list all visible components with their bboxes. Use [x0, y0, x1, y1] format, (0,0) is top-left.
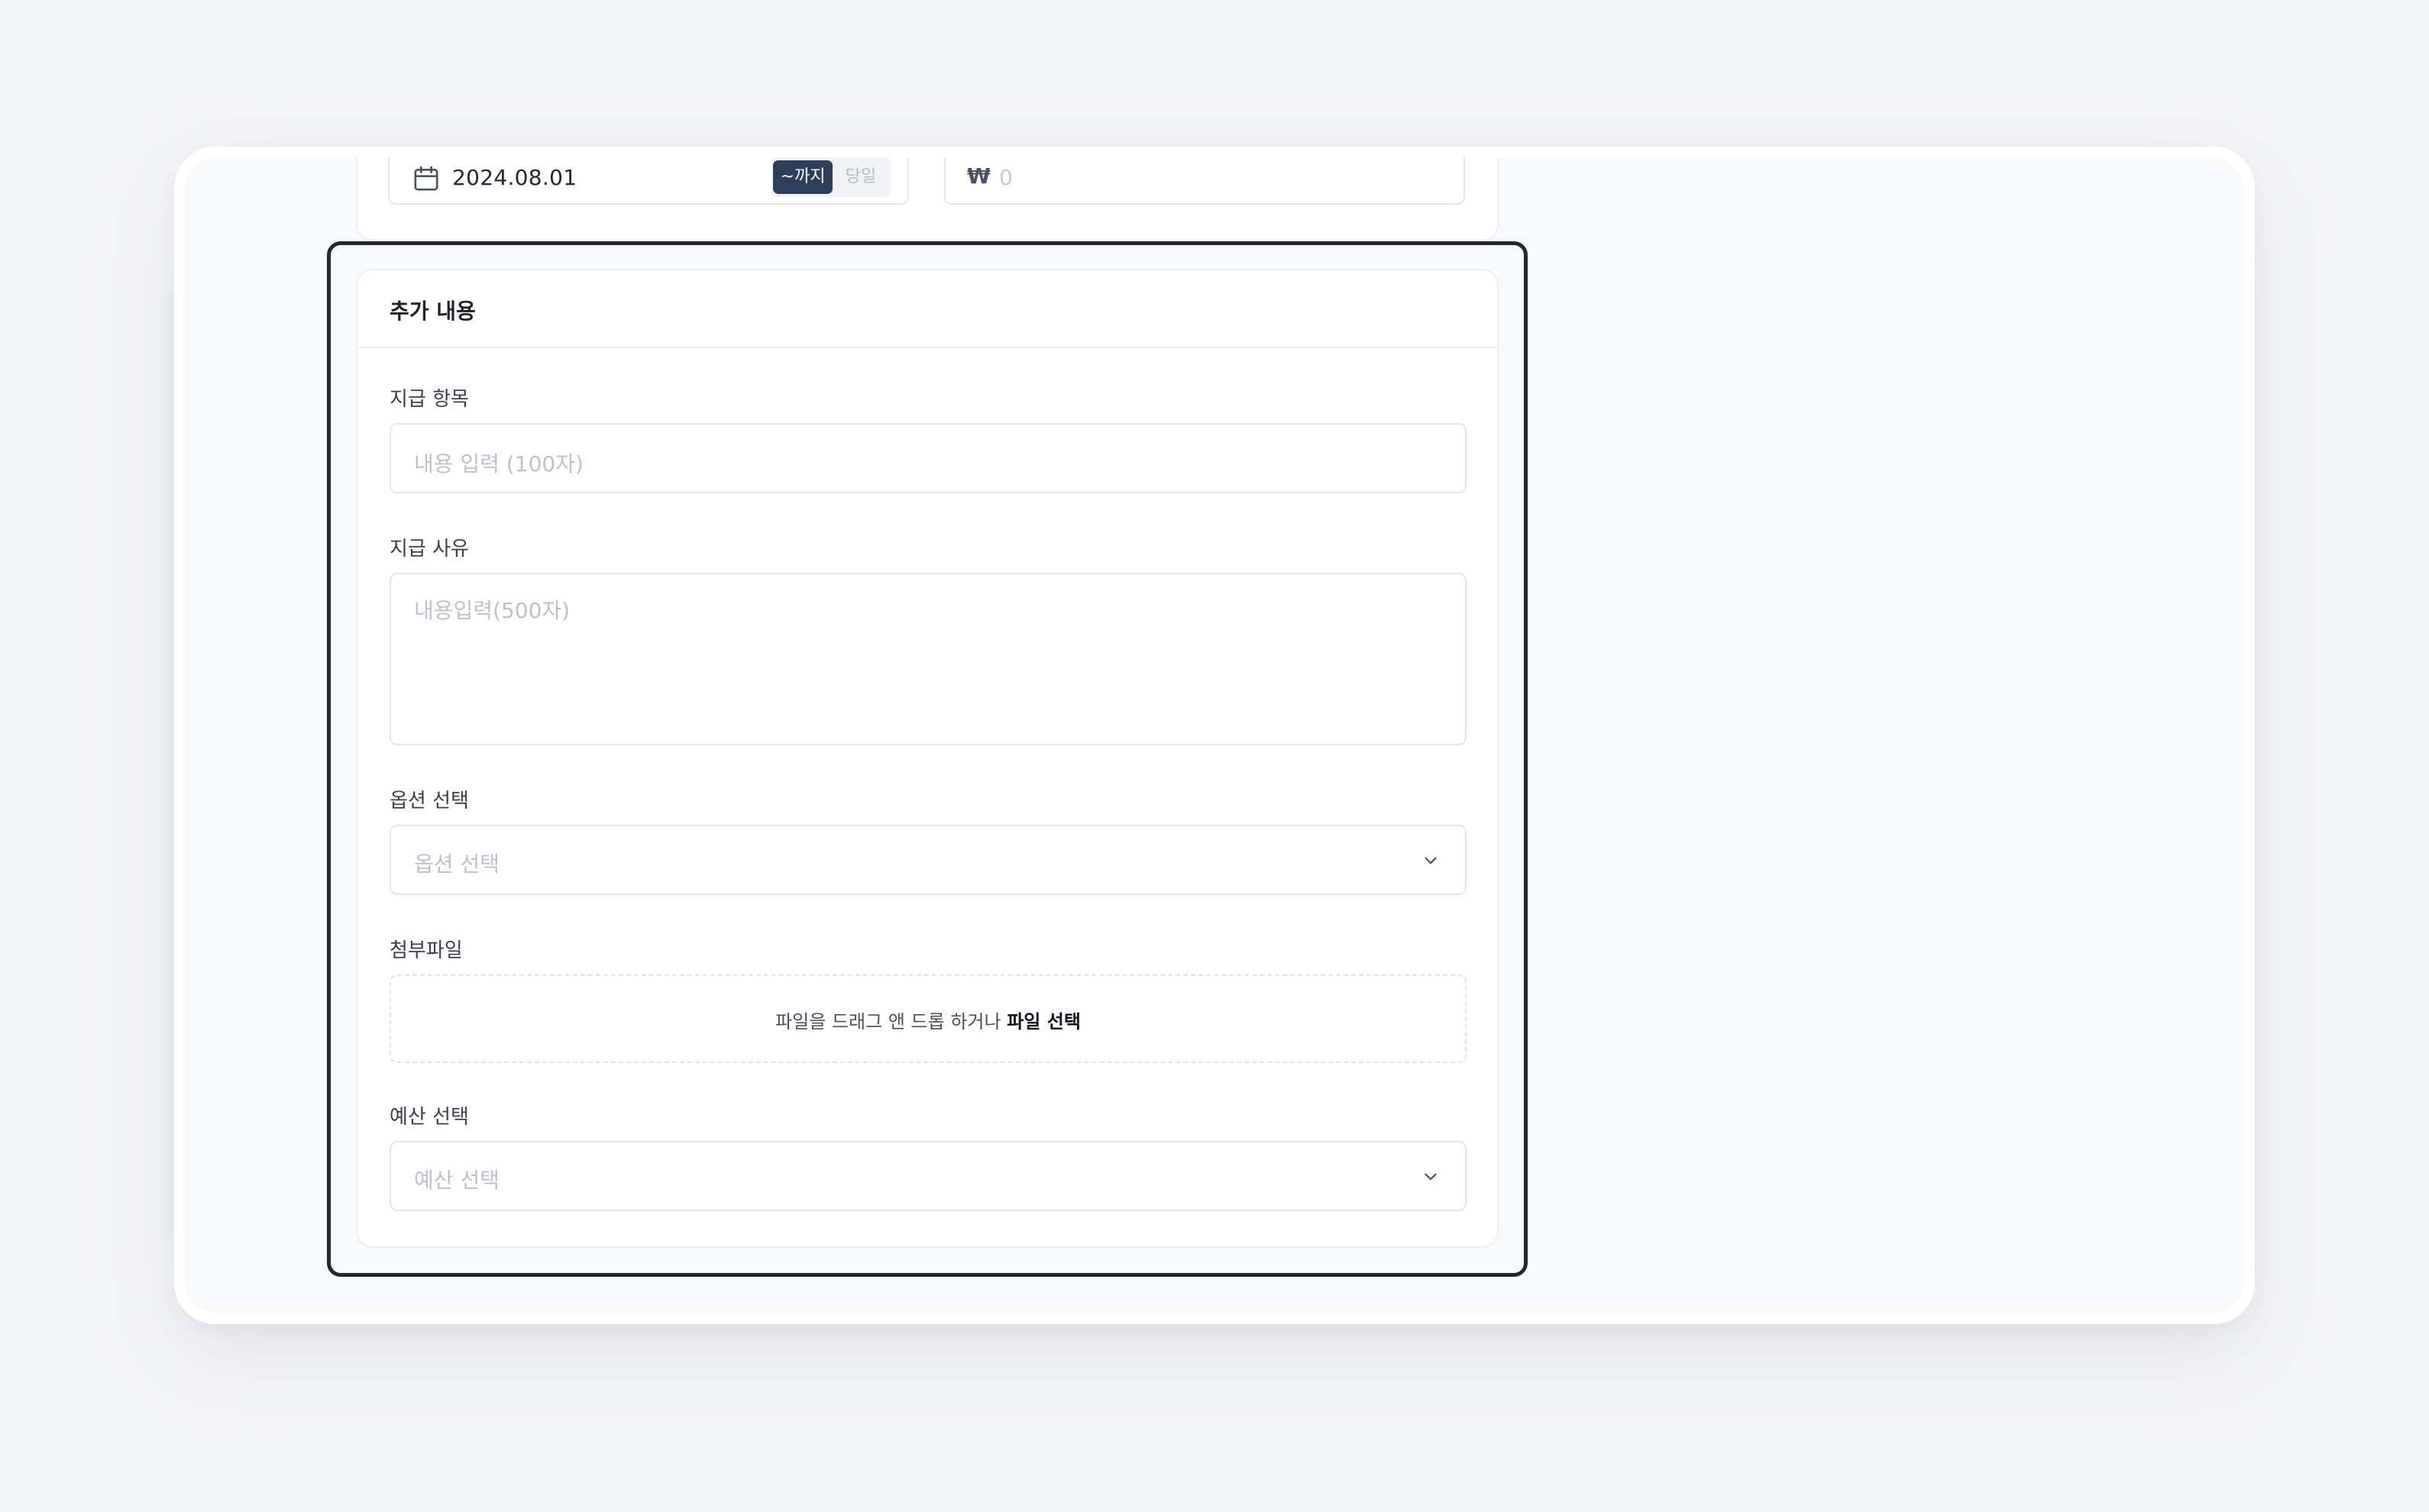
app-frame: 2024.08.01 ~까지 당일 ₩ 0 추가 내용 지급 항목 내용 입력 … [174, 147, 2255, 1324]
date-value: 2024.08.01 [452, 165, 577, 190]
date-range-toggle: ~까지 당일 [771, 157, 891, 197]
toggle-same-day-option[interactable]: 당일 [837, 160, 885, 194]
app-content: 2024.08.01 ~까지 당일 ₩ 0 추가 내용 지급 항목 내용 입력 … [185, 157, 2244, 1313]
toggle-until-option[interactable]: ~까지 [773, 160, 833, 194]
calendar-icon [414, 166, 438, 191]
focus-highlight-outline [327, 241, 1528, 1277]
amount-value: 0 [999, 165, 1013, 190]
amount-field[interactable]: ₩ 0 [944, 157, 1465, 205]
won-currency-icon: ₩ [967, 163, 991, 189]
date-picker-field[interactable]: 2024.08.01 ~까지 당일 [388, 157, 909, 205]
